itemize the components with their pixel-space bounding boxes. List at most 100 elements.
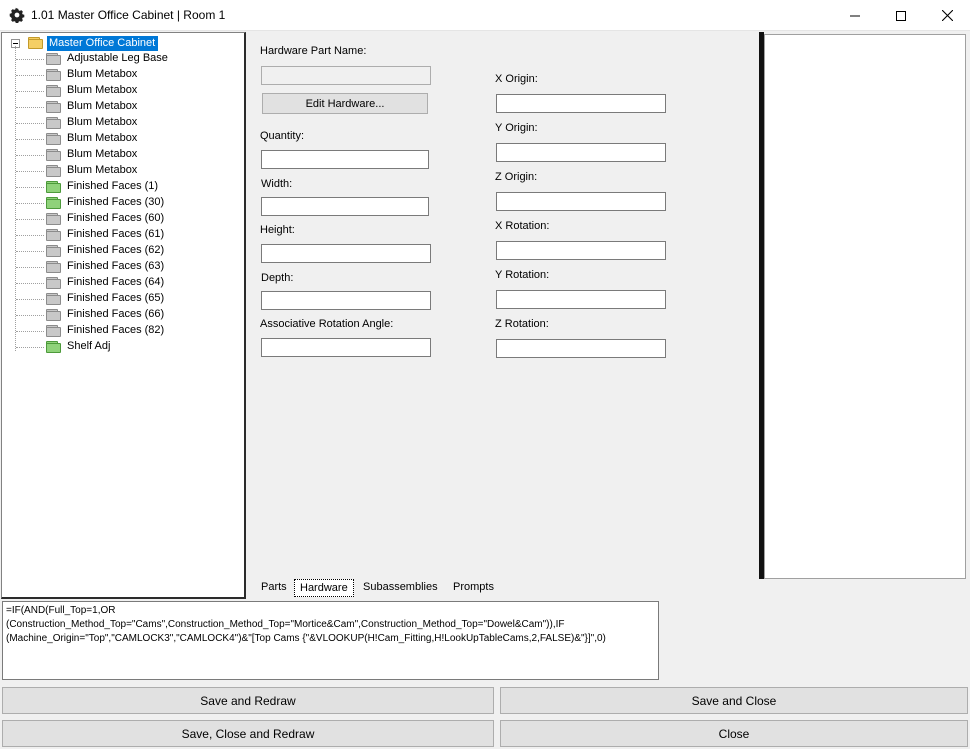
folder-icon xyxy=(46,261,62,273)
tree-item[interactable]: Finished Faces (65) xyxy=(2,291,242,307)
minimize-icon xyxy=(850,15,860,16)
tree-item-label: Finished Faces (65) xyxy=(67,292,165,304)
folder-icon xyxy=(46,277,62,289)
tree-item[interactable]: Blum Metabox xyxy=(2,67,242,83)
quantity-field[interactable] xyxy=(261,150,429,169)
folder-icon xyxy=(46,325,62,337)
save-close-redraw-button[interactable]: Save, Close and Redraw xyxy=(2,720,494,747)
z-origin-field[interactable] xyxy=(496,192,666,211)
tree-item[interactable]: Shelf Adj xyxy=(2,339,242,355)
tree-item[interactable]: Finished Faces (30) xyxy=(2,195,242,211)
y-rotation-field[interactable] xyxy=(496,290,666,309)
tree-item[interactable]: Blum Metabox xyxy=(2,131,242,147)
tree-item[interactable]: Finished Faces (1) xyxy=(2,179,242,195)
tree-item-label: Adjustable Leg Base xyxy=(67,52,168,64)
tree-item-label: Finished Faces (1) xyxy=(67,180,159,192)
tree-item[interactable]: Finished Faces (62) xyxy=(2,243,242,259)
assoc-rotation-label: Associative Rotation Angle: xyxy=(260,318,394,330)
maximize-button[interactable] xyxy=(878,0,924,31)
tree-item[interactable]: Finished Faces (82) xyxy=(2,323,242,339)
folder-icon xyxy=(46,213,62,225)
tree-item[interactable]: Blum Metabox xyxy=(2,83,242,99)
tree-connector xyxy=(16,331,44,332)
tree-item[interactable]: Finished Faces (60) xyxy=(2,211,242,227)
tree-item[interactable]: Adjustable Leg Base xyxy=(2,51,242,67)
tree-view[interactable]: Master Office Cabinet Adjustable Leg Bas… xyxy=(1,32,246,599)
tree-connector xyxy=(16,59,44,60)
tree-root-label: Master Office Cabinet xyxy=(47,36,159,51)
tree-connector xyxy=(16,251,44,252)
tree-connector xyxy=(16,91,44,92)
z-rotation-field[interactable] xyxy=(496,339,666,358)
height-field[interactable] xyxy=(261,244,431,263)
folder-icon xyxy=(46,293,62,305)
tree-item[interactable]: Finished Faces (61) xyxy=(2,227,242,243)
folder-icon xyxy=(46,229,62,241)
save-close-button[interactable]: Save and Close xyxy=(500,687,968,714)
z-rotation-label: Z Rotation: xyxy=(495,318,549,330)
tree-item-label: Finished Faces (30) xyxy=(67,196,165,208)
tab-parts[interactable]: Parts xyxy=(256,579,292,597)
tree-item-label: Finished Faces (82) xyxy=(67,324,165,336)
tree-connector xyxy=(16,299,44,300)
tab-hardware[interactable]: Hardware xyxy=(294,579,354,597)
depth-field[interactable] xyxy=(261,291,431,310)
y-rotation-label: Y Rotation: xyxy=(495,269,550,281)
close-window-button[interactable] xyxy=(924,0,970,31)
folder-icon xyxy=(46,341,62,353)
tree-connector xyxy=(16,315,44,316)
folder-icon xyxy=(46,101,62,113)
tree-item[interactable]: Finished Faces (66) xyxy=(2,307,242,323)
y-origin-field[interactable] xyxy=(496,143,666,162)
tree-root[interactable]: Master Office Cabinet xyxy=(11,35,211,51)
tree-item[interactable]: Finished Faces (64) xyxy=(2,275,242,291)
gear-icon[interactable] xyxy=(9,7,25,23)
close-label: Close xyxy=(718,726,750,741)
window-title: 1.01 Master Office Cabinet | Room 1 xyxy=(31,8,226,22)
minimize-button[interactable] xyxy=(832,0,878,31)
tree-connector xyxy=(16,75,44,76)
width-field[interactable] xyxy=(261,197,429,216)
y-origin-label: Y Origin: xyxy=(495,122,538,134)
tree-item-label: Blum Metabox xyxy=(67,116,138,128)
tree-item-label: Blum Metabox xyxy=(67,84,138,96)
tree-item[interactable]: Blum Metabox xyxy=(2,115,242,131)
quantity-label: Quantity: xyxy=(260,130,305,142)
tree-item[interactable]: Blum Metabox xyxy=(2,163,242,179)
tree-item-label: Finished Faces (62) xyxy=(67,244,165,256)
part-name-field[interactable] xyxy=(261,66,431,85)
tree-item[interactable]: Finished Faces (63) xyxy=(2,259,242,275)
edit-hardware-button[interactable]: Edit Hardware... xyxy=(262,93,428,114)
tree-item-label: Finished Faces (61) xyxy=(67,228,165,240)
x-origin-field[interactable] xyxy=(496,94,666,113)
title-bar: 1.01 Master Office Cabinet | Room 1 xyxy=(0,0,970,31)
tree-item[interactable]: Blum Metabox xyxy=(2,147,242,163)
tree-item-label: Finished Faces (63) xyxy=(67,260,165,272)
formula-textbox[interactable]: =IF(AND(Full_Top=1,OR (Construction_Meth… xyxy=(2,601,659,680)
tree-item[interactable]: Blum Metabox xyxy=(2,99,242,115)
tree-connector xyxy=(16,139,44,140)
x-rotation-label: X Rotation: xyxy=(495,220,550,232)
tree-item-label: Blum Metabox xyxy=(67,164,138,176)
tree-item-label: Finished Faces (66) xyxy=(67,308,165,320)
folder-icon xyxy=(46,149,62,161)
depth-label: Depth: xyxy=(261,272,294,284)
tree-connector xyxy=(16,155,44,156)
part-name-label: Hardware Part Name: xyxy=(260,45,367,57)
assoc-rotation-field[interactable] xyxy=(261,338,431,357)
folder-icon xyxy=(46,309,62,321)
tree-connector xyxy=(16,235,44,236)
tree-item-label: Finished Faces (64) xyxy=(67,276,165,288)
x-rotation-field[interactable] xyxy=(496,241,666,260)
folder-icon xyxy=(46,181,62,193)
tree-connector xyxy=(16,123,44,124)
save-redraw-button[interactable]: Save and Redraw xyxy=(2,687,494,714)
tree-connector xyxy=(16,267,44,268)
tab-subassemblies[interactable]: Subassemblies xyxy=(358,579,443,597)
folder-icon xyxy=(46,53,62,65)
height-label: Height: xyxy=(260,224,295,236)
tab-prompts[interactable]: Prompts xyxy=(448,579,499,597)
close-button[interactable]: Close xyxy=(500,720,968,747)
save-redraw-label: Save and Redraw xyxy=(200,693,296,708)
z-origin-label: Z Origin: xyxy=(495,171,538,183)
